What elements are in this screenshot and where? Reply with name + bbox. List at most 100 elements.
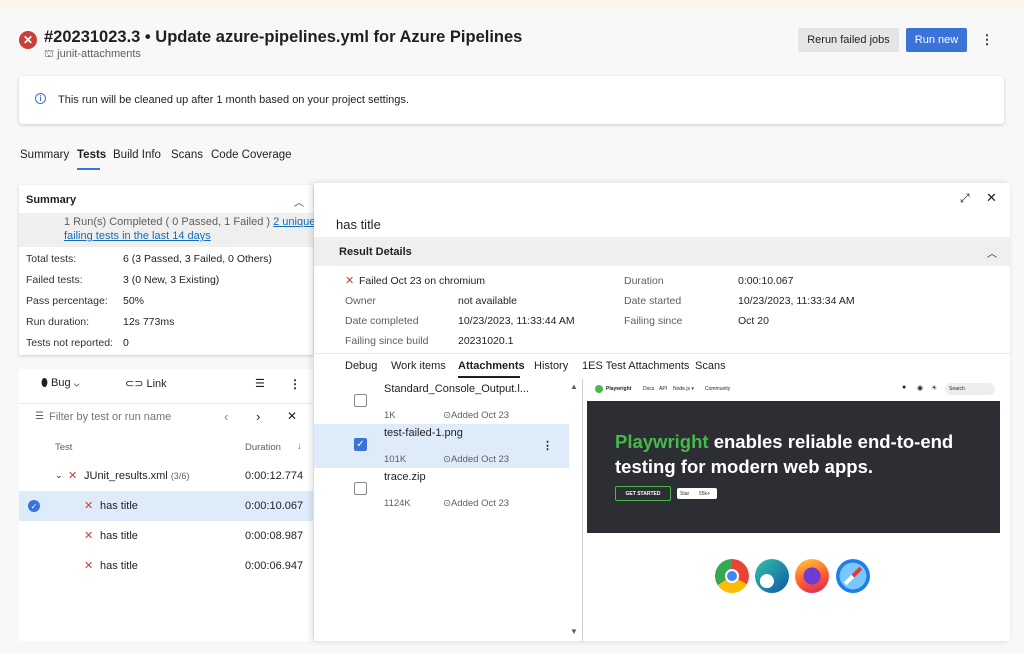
owner-value: not available (458, 295, 517, 307)
preview-get-started: GET STARTED (615, 486, 671, 501)
failing-since-build-link[interactable]: 20231020.1 (458, 335, 513, 347)
close-icon[interactable]: ✕ (986, 190, 997, 206)
table-row[interactable]: ✕ has title 0:00:08.987 (19, 521, 313, 551)
date-started-label: Date started (624, 295, 682, 307)
banner-text: This run will be cleaned up after 1 mont… (58, 94, 409, 106)
tab-summary[interactable]: Summary (20, 149, 69, 161)
chevron-up-icon[interactable]: ︿ (294, 194, 304, 209)
col-test[interactable]: Test (55, 442, 72, 453)
run-summary-text: 1 Run(s) Completed ( 0 Passed, 1 Failed … (64, 216, 271, 228)
summary-card: Summary ︿ 1 Run(s) Completed ( 0 Passed,… (19, 185, 315, 355)
date-completed-value: 10/23/2023, 11:33:44 AM (458, 315, 575, 327)
rerun-failed-jobs-button[interactable]: Rerun failed jobs (798, 28, 899, 52)
stat-value: 0 (123, 337, 129, 349)
result-details-title: Result Details (339, 246, 412, 258)
stat-label: Failed tests: (26, 274, 83, 286)
playwright-logo-icon (595, 385, 603, 393)
link-button[interactable]: ⊂⊃ Link (125, 377, 167, 390)
sort-arrow-icon[interactable]: ↓ (297, 441, 302, 452)
bug-button[interactable]: ⬮ Bug ⌄ (41, 377, 80, 390)
subtab-history[interactable]: History (534, 360, 568, 372)
preview-brand: Playwright (606, 386, 632, 392)
attachment-checkbox[interactable] (354, 394, 367, 407)
attachment-added-text: Added Oct 23 (450, 498, 510, 509)
filter-icon: ☰ (35, 411, 44, 422)
filter-icon[interactable]: ☰ (255, 377, 265, 390)
attachment-checkbox[interactable] (354, 482, 367, 495)
stat-label: Pass percentage: (26, 295, 108, 307)
attachment-name: Standard_Console_Output.l... (384, 383, 529, 395)
date-completed-label: Date completed (345, 315, 419, 327)
scroll-up-icon[interactable]: ▲ (570, 382, 578, 391)
tab-code-coverage[interactable]: Code Coverage (211, 149, 292, 161)
preview-nav-link: Community (705, 386, 731, 392)
attachment-item[interactable]: trace.zip 1124K ⊙Added Oct 23 (314, 468, 569, 512)
date-started-value: 10/23/2023, 11:33:34 AM (738, 295, 855, 307)
run-new-button[interactable]: Run new (906, 28, 967, 52)
stat-value: 12s 773ms (123, 316, 175, 328)
filter-input[interactable] (49, 408, 209, 426)
unique-failing-link-2[interactable]: failing tests in the last 14 days (64, 230, 211, 242)
test-detail-panel: ⤢ ✕ has title Result Details ︿ ✕ Failed … (314, 183, 1010, 641)
result-details-header[interactable]: Result Details ︿ (314, 237, 1010, 266)
owner-label: Owner (345, 295, 376, 307)
unique-failing-text[interactable]: failing tests in the last 14 days (64, 230, 211, 242)
test-name: has title (100, 530, 138, 542)
group-name: JUnit_results.xml (3/6) (84, 470, 189, 482)
bug-label: Bug (50, 377, 71, 389)
expand-icon[interactable]: ⤢ (960, 191, 970, 206)
duration-label: Duration (624, 275, 664, 287)
table-row[interactable]: ✕ has title 0:00:06.947 (19, 551, 313, 581)
subtab-attachments[interactable]: Attachments (458, 360, 525, 372)
more-icon[interactable]: ⋮ (289, 377, 301, 391)
scroll-down-icon[interactable]: ▼ (570, 627, 578, 636)
group-row[interactable]: ⌄ ✕ JUnit_results.xml (3/6) 0:00:12.774 (19, 461, 313, 491)
active-tab-indicator (77, 168, 100, 170)
chevron-left-icon[interactable]: ‹ (224, 409, 228, 424)
info-icon: i (35, 93, 46, 104)
firefox-logo-icon (795, 559, 829, 593)
run-summary-line: 1 Run(s) Completed ( 0 Passed, 1 Failed … (64, 216, 315, 228)
summary-title: Summary (26, 194, 77, 206)
failing-since-label: Failing since (624, 315, 683, 327)
tab-tests[interactable]: Tests (77, 149, 106, 161)
preview-headline: Playwright enables reliable end-to-end t… (615, 429, 995, 479)
chevron-down-icon[interactable]: ⌄ (55, 470, 63, 481)
group-duration: 0:00:12.774 (245, 470, 304, 482)
failed-text: Failed Oct 23 on chromium (359, 275, 486, 287)
subtab-scans[interactable]: Scans (695, 360, 726, 372)
failed-icon: ✕ (84, 560, 94, 572)
attachment-item[interactable]: Standard_Console_Output.l... 1K ⊙Added O… (314, 380, 569, 424)
attachment-item[interactable]: ✓ test-failed-1.png 101K ⊙Added Oct 23 ⋮ (314, 424, 569, 468)
github-icon: ● (902, 384, 907, 391)
subtab-debug[interactable]: Debug (345, 360, 377, 372)
chevron-right-icon[interactable]: › (256, 409, 260, 424)
tab-build-info[interactable]: Build Info (113, 149, 161, 161)
failed-icon: ✕ (68, 470, 78, 482)
attachment-added: ⊙Added Oct 23 (443, 454, 510, 465)
more-actions-button[interactable]: ⋮ (978, 30, 996, 50)
preview-headline-green: Playwright (615, 431, 709, 452)
stat-value: 50% (123, 295, 145, 307)
tab-scans[interactable]: Scans (171, 149, 203, 161)
unique-failing-link[interactable]: 2 unique (273, 216, 315, 228)
close-icon[interactable]: ✕ (287, 409, 297, 423)
subtab-work-items[interactable]: Work items (391, 360, 446, 372)
bug-icon: ⬮ (41, 377, 48, 389)
selected-check-icon[interactable]: ✓ (28, 500, 40, 512)
subtab-1es-test-attachments[interactable]: 1ES Test Attachments (582, 360, 689, 372)
stat-label: Run duration: (26, 316, 90, 328)
table-row[interactable]: ✓ ✕ has title 0:00:10.067 (19, 491, 313, 521)
link-label: Link (146, 378, 167, 390)
attachment-checkbox[interactable]: ✓ (354, 438, 367, 451)
failing-since-build-label: Failing since build (345, 335, 429, 347)
duration-value: 0:00:10.067 (738, 275, 794, 287)
chevron-up-icon[interactable]: ︿ (987, 245, 997, 260)
failed-status-icon: ✕ (19, 31, 37, 49)
more-icon[interactable]: ⋮ (542, 439, 553, 452)
failing-since-value: Oct 20 (738, 315, 769, 327)
col-duration[interactable]: Duration (245, 442, 281, 453)
preview-star-badge: Star 55k+ (677, 488, 717, 499)
attachment-size: 1K (384, 410, 396, 421)
pipeline-subtitle[interactable]: ⛫ junit-attachments (44, 48, 141, 62)
